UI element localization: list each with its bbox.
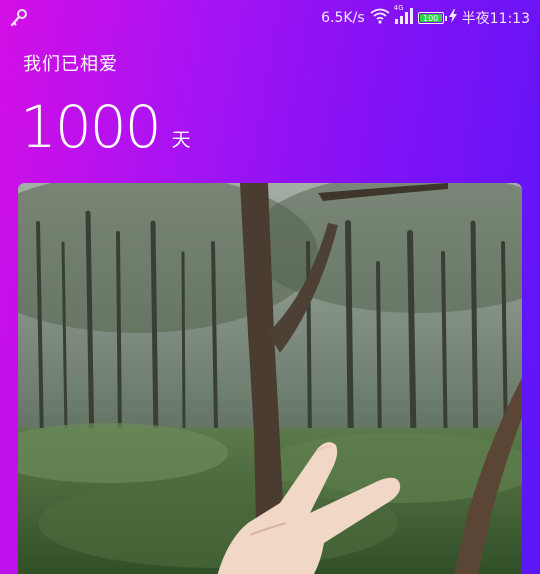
signal-bars-icon: 4G — [394, 4, 413, 28]
wifi-icon — [370, 8, 390, 28]
battery-percent: 100 — [423, 13, 439, 23]
battery-icon: 100 — [417, 12, 447, 24]
network-type: 4G — [393, 4, 404, 12]
status-bar: 6.5K/s 4G 100 半夜11:13 — [0, 0, 540, 36]
clock: 半夜11:13 — [461, 11, 530, 27]
days-unit: 天 — [171, 129, 191, 151]
love-counter-screen: 6.5K/s 4G 100 半夜11:13 我们已相爱 1000 天 — [0, 0, 540, 574]
network-speed: 6.5K/s — [321, 10, 365, 26]
days-count: 1000 — [20, 93, 162, 161]
forest-photo[interactable] — [18, 183, 522, 574]
days-counter: 1000 天 — [20, 96, 191, 158]
status-indicators: 6.5K/s 4G 100 半夜11:13 — [321, 4, 530, 29]
together-subtitle: 我们已相爱 — [23, 54, 118, 75]
lightning-icon — [448, 9, 457, 27]
key-icon — [9, 8, 29, 28]
forest-photo-illustration — [18, 183, 522, 574]
